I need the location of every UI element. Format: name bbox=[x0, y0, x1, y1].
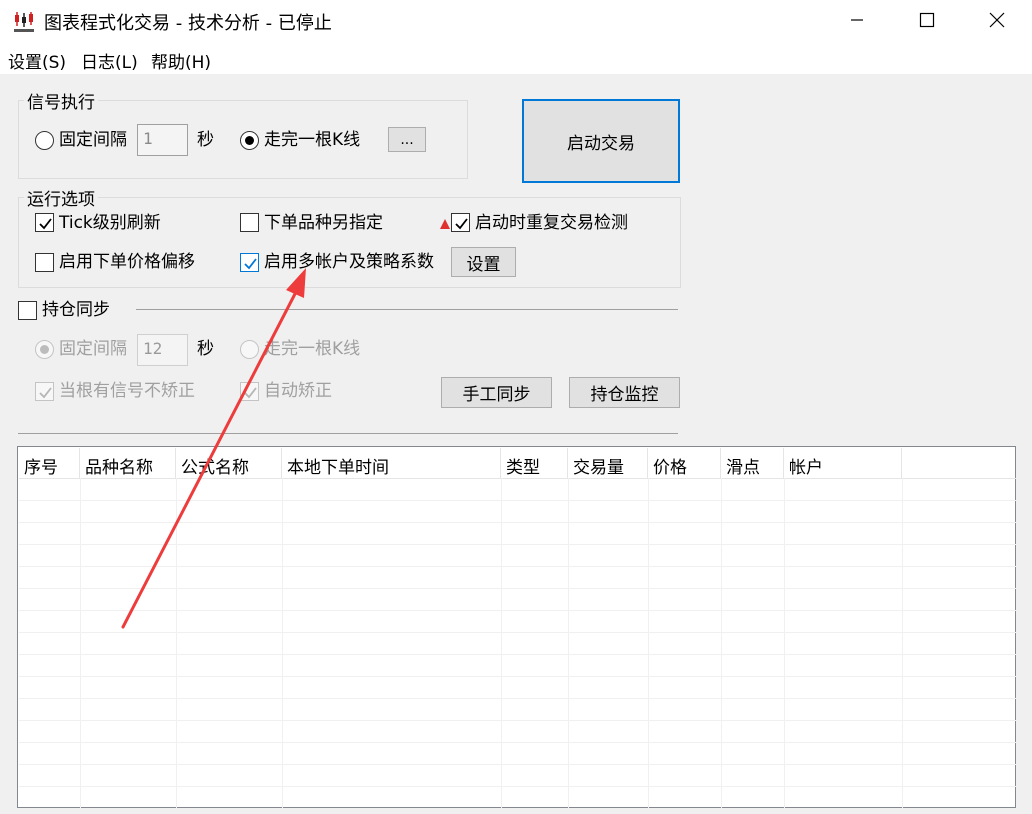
annotation-arrow bbox=[121, 268, 306, 629]
